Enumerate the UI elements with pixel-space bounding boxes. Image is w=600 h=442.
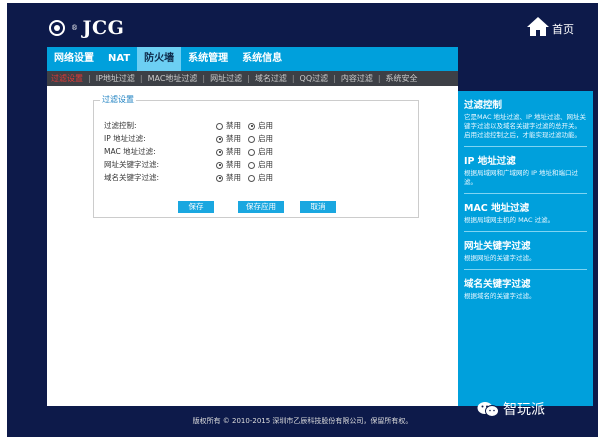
help-text: 根据域名的关键字过滤。 [464,292,536,300]
help-text: 根据局域网主机的 MAC 过滤。 [464,216,555,224]
filter-control-enable-radio[interactable]: 启用 [248,120,273,132]
radio-label: 启用 [258,160,273,169]
help-title: IP 地址过滤 [464,156,516,167]
subtab-system-security[interactable]: 系统安全 [382,73,422,84]
subtab-qq-filter[interactable]: QQ过滤 [296,73,333,84]
header: ® JCG 首页 [7,3,598,47]
radio-label: 禁用 [226,160,241,169]
home-icon [527,17,549,36]
radio-label: 禁用 [226,134,241,143]
help-title: 网址关键字过滤 [464,241,531,252]
radio-dot-icon [216,148,223,156]
mac-filter-label: MAC 地址过滤: [104,147,156,156]
radio-dot-icon [216,161,223,169]
help-ip-filter: IP 地址过滤根据局域网和广域网的 IP 地址和端口过滤。 [458,153,593,187]
url-keyword-filter-label: 网址关键字过滤: [104,160,160,169]
radio-label: 启用 [258,134,273,143]
router-admin-page: ® JCG 首页 网络设置 NAT 防火墙 系统管理 系统信息 过滤设置 | IP地址过滤 |… [7,3,598,437]
mac-filter-enable-radio[interactable]: 启用 [248,146,273,158]
filter-control-label: 过滤控制: [104,121,137,130]
radio-label: 启用 [258,147,273,156]
filter-control-disable-radio[interactable]: 禁用 [216,120,241,132]
mac-filter-disable-radio[interactable]: 禁用 [216,146,241,158]
logo-text: JCG [82,17,125,39]
radio-dot-icon [248,122,255,130]
group-legend: 过滤设置 [100,94,136,105]
home-label: 首页 [552,23,574,36]
main-nav: 网络设置 NAT 防火墙 系统管理 系统信息 [47,47,458,71]
help-url-keyword-filter: 网址关键字过滤 根据网址的关键字过滤。 [458,238,593,263]
watermark-text: 智玩派 [503,402,545,418]
ip-filter-label: IP 地址过滤: [104,134,146,143]
radio-dot-icon [216,122,223,130]
sidebar-divider [464,193,587,194]
domain-keyword-filter-disable-radio[interactable]: 禁用 [216,172,241,184]
subtab-domain-filter[interactable]: 域名过滤 [251,73,291,84]
radio-dot-icon [248,135,255,143]
subtab-ip-filter[interactable]: IP地址过滤 [92,73,139,84]
brand-logo: ® JCG [49,17,124,39]
cancel-button[interactable]: 取消 [300,201,336,213]
tab-system-management[interactable]: 系统管理 [181,47,235,71]
subtab-content-filter[interactable]: 内容过滤 [337,73,377,84]
sidebar-divider [464,269,587,270]
save-button[interactable]: 保存 [178,201,214,213]
home-link[interactable]: 首页 [526,16,574,37]
radio-label: 启用 [258,173,273,182]
help-text: 根据网址的关键字过滤。 [464,254,536,262]
main-content: 过滤设置 过滤控制: 禁用 启用 IP 地址过滤: 禁用 启用 MAC 地址过滤: 禁用 启用网… [47,86,458,406]
sidebar-divider [464,231,587,232]
filter-settings-group: 过滤设置 过滤控制: 禁用 启用 IP 地址过滤: 禁用 启用 MAC 地址过滤: 禁用 启用网… [93,94,419,218]
radio-dot-icon [216,135,223,143]
logo-mark-icon [49,20,65,36]
tab-system-info[interactable]: 系统信息 [235,47,289,71]
help-title: 过滤控制 [464,100,503,111]
radio-label: 禁用 [226,173,241,182]
subtab-url-filter[interactable]: 网址过滤 [206,73,246,84]
help-title: 域名关键字过滤 [464,279,531,290]
radio-label: 禁用 [226,147,241,156]
help-domain-keyword-filter: 域名关键字过滤 根据域名的关键字过滤。 [458,276,593,301]
help-text: 根据局域网和广域网的 IP 地址和端口过滤。 [464,169,578,186]
screenshot-frame: ® JCG 首页 网络设置 NAT 防火墙 系统管理 系统信息 过滤设置 | IP地址过滤 |… [0,0,600,442]
radio-dot-icon [248,148,255,156]
ip-filter-enable-radio[interactable]: 启用 [248,133,273,145]
domain-keyword-filter-label: 域名关键字过滤: [104,173,160,182]
help-title: MAC 地址过滤 [464,203,530,214]
radio-dot-icon [216,174,223,182]
watermark: 智玩派 [477,399,545,419]
radio-label: 禁用 [226,121,241,130]
url-keyword-filter-disable-radio[interactable]: 禁用 [216,159,241,171]
radio-dot-icon [248,174,255,182]
help-filter-control: 过滤控制它是MAC 地址过滤、IP 地址过滤、网址关键字过滤以及域名关键字过滤的… [458,97,593,140]
help-sidebar: 过滤控制它是MAC 地址过滤、IP 地址过滤、网址关键字过滤以及域名关键字过滤的… [458,91,593,406]
subtab-mac-filter[interactable]: MAC地址过滤 [144,73,202,84]
tab-firewall[interactable]: 防火墙 [137,47,182,71]
save-apply-button[interactable]: 保存应用 [238,201,284,213]
tab-nat[interactable]: NAT [101,47,137,71]
sidebar-divider [464,146,587,147]
radio-label: 启用 [258,121,273,130]
help-text: 它是MAC 地址过滤、IP 地址过滤、网址关键字过滤以及域名关键字过滤的总开关。… [464,113,586,139]
radio-dot-icon [248,161,255,169]
ip-filter-disable-radio[interactable]: 禁用 [216,133,241,145]
domain-keyword-filter-enable-radio[interactable]: 启用 [248,172,273,184]
help-mac-filter: MAC 地址过滤根据局域网主机的 MAC 过滤。 [458,200,593,225]
wechat-icon [477,401,499,418]
url-keyword-filter-enable-radio[interactable]: 启用 [248,159,273,171]
sub-nav: 过滤设置 | IP地址过滤 | MAC地址过滤 | 网址过滤 | 域名过滤 | QQ过滤 | 内容过滤 |… [47,71,458,86]
tab-network-settings[interactable]: 网络设置 [47,47,101,71]
subtab-filter-settings[interactable]: 过滤设置 [47,73,87,84]
